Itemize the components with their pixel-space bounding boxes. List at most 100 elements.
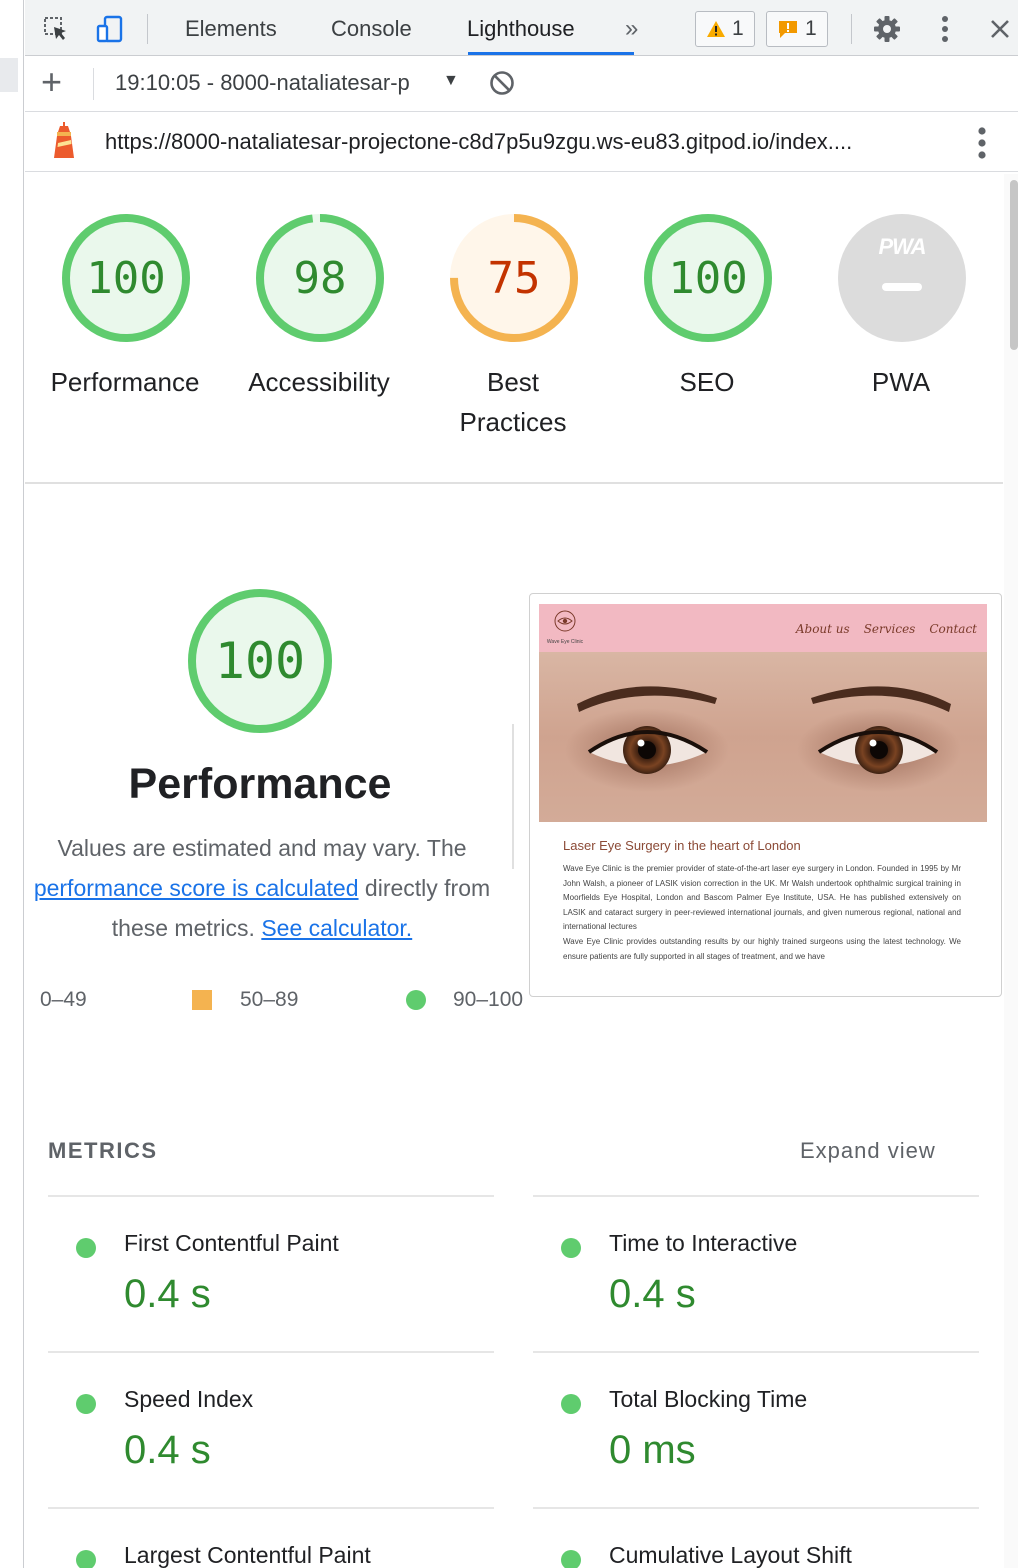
pwa-badge-icon[interactable]: PWA [836, 212, 968, 344]
gear-icon[interactable] [872, 14, 902, 44]
best-practices-label-line2: Practices [459, 407, 567, 437]
preview-nav-about: About us [795, 622, 850, 636]
description-text: these metrics. [111, 915, 255, 941]
page-left-marker [0, 58, 18, 92]
issues-count: 1 [805, 17, 817, 40]
clear-all-icon[interactable] [488, 69, 516, 102]
metric-divider [48, 1507, 494, 1509]
toolbar-divider [851, 14, 852, 44]
issue-icon [779, 21, 797, 38]
kebab-menu-icon[interactable] [930, 14, 960, 44]
pass-circle-icon [76, 1238, 96, 1258]
metric-name: Cumulative Layout Shift [609, 1542, 852, 1568]
vertical-divider [512, 724, 514, 869]
pass-circle-icon [76, 1550, 96, 1568]
performance-description: Values are estimated and may vary. The p… [12, 828, 512, 948]
metric-name: Total Blocking Time [609, 1386, 808, 1412]
inspect-element-icon[interactable] [41, 14, 71, 44]
pwa-label: PWA [871, 367, 931, 397]
report-menu-icon[interactable] [977, 126, 987, 165]
tab-console[interactable]: Console [331, 0, 412, 56]
lighthouse-toolbar: + 19:10:05 - 8000-nataliatesar-p ▼ [25, 56, 1018, 112]
eye-logo-icon [554, 610, 576, 632]
warning-icon [707, 21, 725, 37]
report-url-bar: https://8000-nataliatesar-projectone-c8d… [25, 112, 1018, 172]
active-tab-indicator [468, 52, 634, 55]
metric-divider [533, 1351, 979, 1353]
preview-heading: Laser Eye Surgery in the heart of London [563, 838, 801, 853]
preview-paragraph: Wave Eye Clinic is the premier provider … [563, 862, 961, 964]
performance-big-score: 100 [214, 632, 306, 690]
accessibility-score: 98 [293, 252, 347, 304]
metric-divider [48, 1195, 494, 1197]
preview-logo-text: Wave Eye Clinic [546, 639, 584, 645]
accessibility-gauge[interactable]: 98 [254, 212, 386, 344]
metric-name: Largest Contentful Paint [124, 1542, 371, 1568]
preview-nav-services: Services [863, 622, 916, 636]
performance-gauge[interactable]: 100 [60, 212, 192, 344]
performance-big-gauge: 100 [186, 587, 334, 735]
legend-pass-circle-icon [406, 990, 426, 1010]
new-report-button[interactable]: + [41, 64, 62, 100]
metric-divider [48, 1351, 494, 1353]
preview-nav-links: About us Services Contact [796, 622, 977, 636]
more-tabs-chevron-icon[interactable]: » [625, 0, 638, 56]
performance-score-link[interactable]: performance score is calculated [34, 875, 359, 901]
report-url[interactable]: https://8000-nataliatesar-projectone-c8d… [105, 129, 852, 155]
performance-section-title: Performance [128, 760, 392, 808]
pass-circle-icon [76, 1394, 96, 1414]
metric-name: Speed Index [124, 1386, 254, 1412]
metrics-heading: METRICS [48, 1138, 158, 1163]
warnings-badge[interactable]: 1 [695, 11, 755, 47]
legend-pass-range: 90–100 [453, 988, 524, 1011]
toolbar-divider [93, 68, 94, 100]
tab-elements[interactable]: Elements [185, 0, 277, 56]
report-scrollbar-track[interactable] [1004, 174, 1018, 1568]
metric-value: 0 ms [609, 1428, 696, 1472]
final-screenshot-thumbnail[interactable]: Wave Eye Clinic About us Services Contac… [529, 593, 1002, 997]
best-practices-gauge[interactable]: 75 [448, 212, 580, 344]
page-left-edge [0, 0, 24, 1568]
preview-logo: Wave Eye Clinic [543, 610, 587, 650]
seo-score: 100 [668, 252, 748, 304]
devtools-tabbar: Elements Console Lighthouse » 1 1 [25, 0, 1018, 56]
performance-label: Performance [50, 367, 200, 397]
close-icon[interactable] [985, 14, 1015, 44]
pass-circle-icon [561, 1394, 581, 1414]
preview-paragraph-2: Wave Eye Clinic provides outstanding res… [563, 936, 961, 961]
warnings-count: 1 [732, 17, 744, 40]
report-selector[interactable]: 19:10:05 - 8000-nataliatesar-p [115, 70, 410, 96]
accessibility-label: Accessibility [248, 367, 390, 397]
preview-navbar: Wave Eye Clinic About us Services Contac… [539, 604, 987, 652]
metric-value: 0.4 s [609, 1272, 696, 1316]
best-practices-score: 75 [487, 252, 541, 304]
best-practices-label: Best Practices [418, 362, 608, 442]
screenshot-viewport: Wave Eye Clinic About us Services Contac… [539, 604, 987, 990]
performance-score: 100 [86, 252, 166, 304]
see-calculator-link[interactable]: See calculator. [261, 915, 412, 941]
legend-fail-range: 0–49 [40, 988, 87, 1011]
pass-circle-icon [561, 1550, 581, 1568]
tab-lighthouse[interactable]: Lighthouse [467, 0, 575, 56]
pwa-badge-dash [882, 283, 922, 291]
metric-name: Time to Interactive [609, 1230, 798, 1256]
device-toolbar-icon[interactable] [95, 14, 125, 44]
metric-divider [533, 1507, 979, 1509]
expand-view-toggle[interactable]: Expand view [800, 1138, 936, 1164]
metric-name: First Contentful Paint [124, 1230, 339, 1256]
preview-nav-contact: Contact [929, 622, 977, 636]
toolbar-divider [147, 14, 148, 44]
issues-badge[interactable]: 1 [766, 11, 828, 47]
legend-average-square-icon [192, 990, 212, 1010]
chevron-down-icon[interactable]: ▼ [443, 72, 459, 90]
description-text: Values are estimated and may vary. The [57, 835, 467, 861]
metric-value: 0.4 s [124, 1428, 211, 1472]
preview-hero-eyes-image [539, 652, 987, 822]
report-scrollbar-thumb[interactable] [1010, 180, 1018, 350]
pwa-badge-text: PWA [878, 234, 926, 259]
seo-gauge[interactable]: 100 [642, 212, 774, 344]
best-practices-label-line1: Best [486, 367, 540, 397]
metric-value: 0.4 s [124, 1272, 211, 1316]
seo-label: SEO [679, 367, 735, 397]
lighthouse-logo-icon [49, 122, 79, 165]
